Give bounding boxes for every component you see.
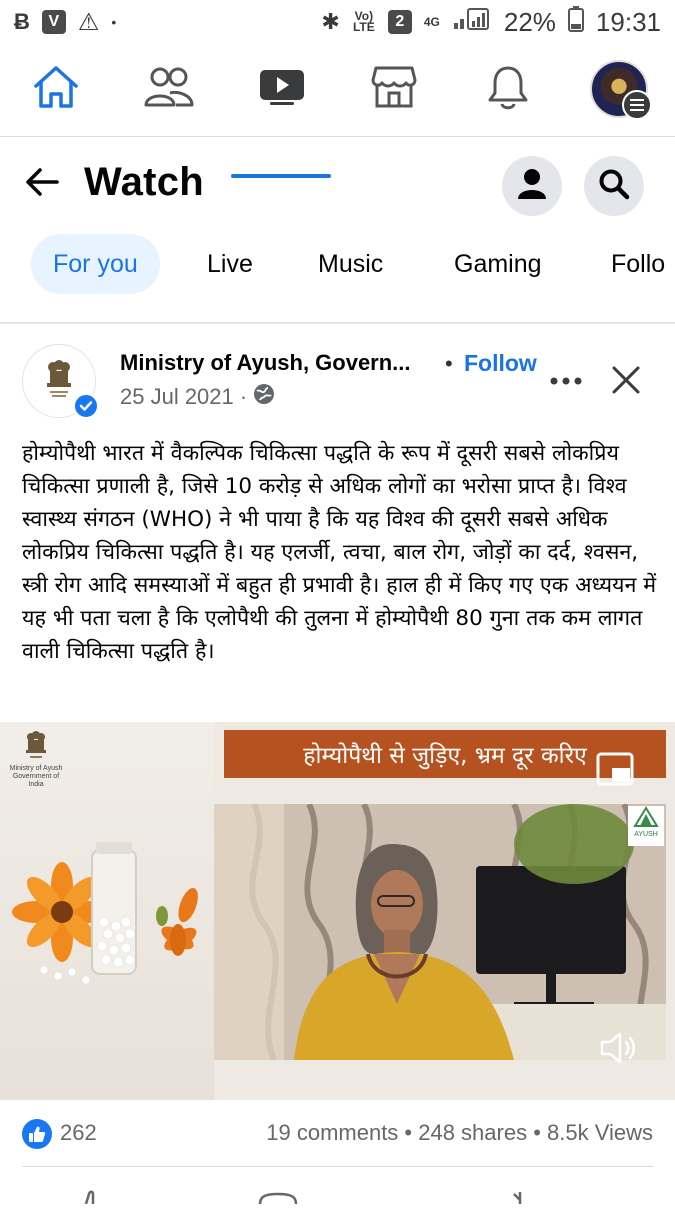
post-date: 25 Jul 2021 · — [120, 384, 248, 409]
watch-icon — [258, 68, 306, 111]
battery-icon — [567, 5, 584, 39]
network-label: Vo) LTE — [352, 9, 375, 34]
home-icon — [32, 64, 80, 115]
separator-dot: • — [445, 351, 453, 376]
bell-icon — [486, 64, 530, 115]
speaker-scene-illustration — [214, 804, 666, 1060]
v-app-icon: V — [41, 10, 66, 34]
page-name[interactable]: Ministry of Ayush, Govern... — [120, 350, 411, 376]
clock: 19:31 — [595, 6, 661, 37]
tab-gaming[interactable]: Gaming — [454, 234, 542, 294]
warning-icon: ⚠ — [77, 8, 100, 36]
tab-live[interactable]: Live — [207, 234, 253, 294]
page-title: Watch — [84, 160, 205, 204]
emblem-icon — [42, 357, 76, 406]
video-player[interactable]: Ministry of Ayush Government of India हो… — [0, 722, 675, 1100]
bsnl-icon: Ƀ — [14, 9, 30, 34]
search-button[interactable] — [584, 156, 644, 216]
back-arrow-icon[interactable] — [24, 166, 60, 203]
ayush-logo: AYUSH — [628, 806, 664, 846]
marketplace-icon — [370, 64, 418, 115]
dot-icon: • — [111, 14, 117, 30]
friends-icon — [143, 65, 195, 114]
notifications-tab[interactable] — [478, 62, 538, 116]
watch-tab[interactable] — [252, 62, 312, 116]
post-stats: 262 19 comments • 248 shares • 8.5k View… — [0, 1112, 675, 1158]
bluetooth-icon: ✱ — [321, 9, 340, 34]
tab-music[interactable]: Music — [318, 234, 383, 294]
video-scene — [214, 804, 666, 1060]
globe-icon — [253, 383, 275, 411]
ayush-logo-label: AYUSH — [634, 831, 658, 838]
profile-menu-tab[interactable] — [588, 58, 652, 120]
marketplace-tab[interactable] — [364, 62, 424, 116]
sim-icon: 2 — [387, 10, 412, 34]
tab-for-you[interactable]: For you — [31, 234, 160, 294]
engagement-stats[interactable]: 19 comments • 248 shares • 8.5k Views — [266, 1120, 653, 1146]
follow-button[interactable]: Follow — [464, 350, 537, 377]
post-meta: 25 Jul 2021 · — [120, 383, 275, 411]
post-text: होम्योपैथी भारत में वैकल्पिक चिकित्सा पद… — [22, 441, 657, 664]
status-bar-left: Ƀ V ⚠ • — [14, 8, 116, 37]
home-tab[interactable] — [26, 62, 86, 116]
section-divider — [0, 322, 675, 324]
post-actions — [0, 1180, 675, 1205]
menu-icon — [622, 90, 652, 120]
watch-tabs: For you Live Music Gaming Follo — [0, 232, 675, 296]
close-icon[interactable] — [610, 364, 642, 401]
status-bar: Ƀ V ⚠ • ✱ Vo) LTE 2 4G 22% 19:31 — [0, 0, 675, 44]
watch-header: Watch — [0, 136, 675, 226]
profile-button[interactable] — [502, 156, 562, 216]
profile-avatar — [590, 60, 652, 120]
picture-in-picture-icon[interactable] — [596, 752, 636, 793]
data-label: 4G — [423, 14, 440, 29]
tab-following[interactable]: Follo — [611, 234, 665, 294]
verified-badge-icon — [72, 392, 100, 420]
like-reaction-icon — [22, 1119, 52, 1149]
person-icon — [517, 168, 547, 205]
flowers-illustration — [12, 842, 198, 985]
video-left-panel: Ministry of Ayush Government of India — [0, 722, 214, 1100]
actions-divider — [22, 1166, 653, 1167]
more-options-icon[interactable] — [548, 367, 584, 400]
signal-icon — [452, 7, 492, 38]
search-icon — [598, 168, 630, 205]
status-bar-right: ✱ Vo) LTE 2 4G 22% 19:31 — [321, 5, 661, 39]
friends-tab[interactable] — [139, 62, 199, 116]
top-navigation — [0, 44, 675, 178]
mute-icon[interactable] — [598, 1030, 638, 1071]
battery-percent: 22% — [503, 6, 556, 37]
like-count[interactable]: 262 — [60, 1120, 97, 1146]
